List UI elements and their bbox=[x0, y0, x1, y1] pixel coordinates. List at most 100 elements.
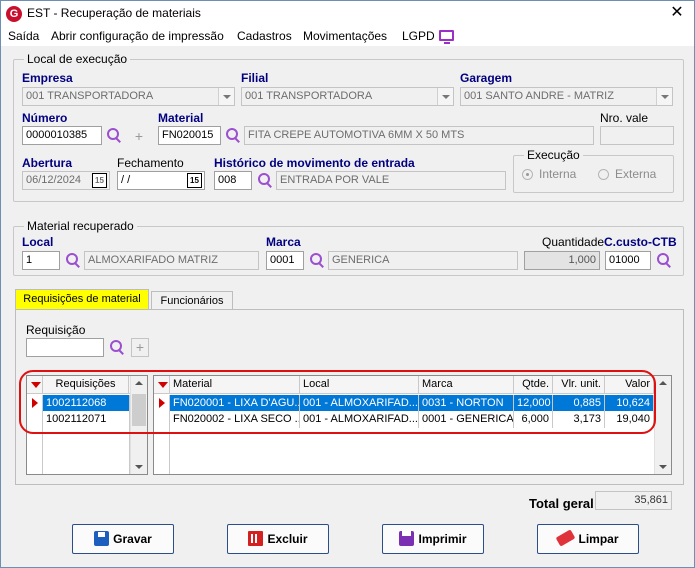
filial-label: Filial bbox=[241, 71, 269, 85]
table-cell: 6,000 bbox=[514, 411, 553, 428]
column-header-vlr-unit[interactable]: Vlr. unit. bbox=[553, 376, 605, 394]
excluir-label: Excluir bbox=[267, 532, 308, 546]
ccusto-field[interactable]: 01000 bbox=[605, 251, 651, 270]
garagem-select[interactable]: 001 SANTO ANDRE - MATRIZ bbox=[460, 87, 673, 106]
row-indicator bbox=[27, 411, 43, 427]
close-button[interactable]: ✕ bbox=[668, 4, 686, 22]
table-row[interactable]: 1002112071 bbox=[27, 411, 130, 428]
search-icon[interactable] bbox=[106, 127, 122, 143]
execucao-interna-label: Interna bbox=[539, 167, 577, 181]
material-description: FITA CREPE AUTOMOTIVA 6MM X 50 MTS bbox=[244, 126, 594, 145]
table-cell: 3,173 bbox=[553, 411, 605, 428]
grid-header: Requisições bbox=[27, 376, 130, 394]
scroll-thumb[interactable] bbox=[132, 394, 146, 426]
table-cell: 001 - ALMOXARIFAD... bbox=[300, 411, 419, 428]
table-cell: 0,885 bbox=[553, 395, 605, 412]
requisicao-field[interactable] bbox=[26, 338, 104, 357]
vertical-scrollbar[interactable] bbox=[130, 376, 147, 474]
main-window: G EST - Recuperação de materiais ✕ Saída… bbox=[0, 0, 695, 568]
menu-movimentacoes[interactable]: Movimentações bbox=[303, 29, 387, 43]
total-geral-value: 35,861 bbox=[595, 491, 672, 510]
column-header-material[interactable]: Material bbox=[170, 376, 300, 394]
numero-field[interactable]: 0000010385 bbox=[22, 126, 102, 145]
title-bar: G EST - Recuperação de materiais ✕ bbox=[1, 1, 694, 26]
nro-vale-label: Nro. vale bbox=[600, 111, 649, 125]
menu-abrir-configuracao[interactable]: Abrir configuração de impressão bbox=[51, 29, 224, 43]
quantidade-label: Quantidade bbox=[542, 235, 605, 249]
window-title: EST - Recuperação de materiais bbox=[27, 6, 201, 20]
table-cell: FN020002 - LIXA SECO ... bbox=[170, 411, 300, 428]
trash-icon bbox=[248, 531, 264, 546]
add-icon[interactable]: + bbox=[132, 129, 146, 143]
menu-saida[interactable]: Saída bbox=[8, 29, 39, 43]
vertical-scrollbar[interactable] bbox=[654, 376, 671, 474]
calendar-icon[interactable]: 15 bbox=[92, 173, 107, 188]
execucao-externa-radio[interactable] bbox=[598, 169, 609, 180]
scroll-down-icon[interactable] bbox=[659, 465, 667, 469]
abertura-date-field[interactable]: 06/12/2024 15 bbox=[22, 171, 110, 190]
fechamento-date-field[interactable]: / / 15 bbox=[117, 171, 205, 190]
local-code-field[interactable]: 1 bbox=[22, 251, 60, 270]
search-icon[interactable] bbox=[257, 172, 273, 188]
sort-arrow-icon bbox=[158, 382, 168, 388]
garagem-label: Garagem bbox=[460, 71, 513, 85]
table-row[interactable]: 1002112068 bbox=[27, 395, 130, 412]
gravar-label: Gravar bbox=[113, 532, 152, 546]
table-row[interactable]: FN020001 - LIXA D'AGU... 001 - ALMOXARIF… bbox=[154, 395, 654, 412]
save-icon bbox=[94, 531, 110, 546]
local-execucao-legend: Local de execução bbox=[24, 52, 131, 66]
tab-funcionarios[interactable]: Funcionários bbox=[151, 291, 233, 310]
chevron-down-icon[interactable] bbox=[218, 88, 234, 105]
table-cell: 0031 - NORTON bbox=[419, 395, 514, 412]
local-description: ALMOXARIFADO MATRIZ bbox=[84, 251, 259, 270]
chevron-down-icon[interactable] bbox=[656, 88, 672, 105]
scroll-down-icon[interactable] bbox=[135, 465, 143, 469]
execucao-interna-radio[interactable] bbox=[522, 169, 533, 180]
menu-cadastros[interactable]: Cadastros bbox=[237, 29, 292, 43]
tab-requisicoes-material[interactable]: Requisições de material bbox=[15, 289, 149, 310]
material-code-field[interactable]: FN020015 bbox=[158, 126, 221, 145]
column-header-local[interactable]: Local bbox=[300, 376, 419, 394]
search-icon[interactable] bbox=[309, 252, 325, 268]
row-indicator bbox=[27, 395, 43, 411]
monitor-icon[interactable] bbox=[439, 30, 454, 44]
itens-grid[interactable]: Material Local Marca Qtde. Vlr. unit. Va… bbox=[153, 375, 672, 475]
search-icon[interactable] bbox=[109, 339, 125, 355]
excluir-button[interactable]: Excluir bbox=[227, 524, 329, 554]
empresa-select[interactable]: 001 TRANSPORTADORA bbox=[22, 87, 235, 106]
search-icon[interactable] bbox=[65, 252, 81, 268]
fechamento-label: Fechamento bbox=[117, 156, 184, 170]
marca-code-field[interactable]: 0001 bbox=[266, 251, 304, 270]
limpar-button[interactable]: Limpar bbox=[537, 524, 639, 554]
empresa-label: Empresa bbox=[22, 71, 73, 85]
scroll-up-icon[interactable] bbox=[659, 381, 667, 385]
requisicoes-grid[interactable]: Requisições 1002112068 1002112071 bbox=[26, 375, 148, 475]
table-cell: 12,000 bbox=[514, 395, 553, 412]
column-header-marca[interactable]: Marca bbox=[419, 376, 514, 394]
table-cell: 0001 - GENERICA bbox=[419, 411, 514, 428]
column-header-requisicoes[interactable]: Requisições bbox=[43, 376, 129, 394]
historico-code-field[interactable]: 008 bbox=[214, 171, 252, 190]
abertura-label: Abertura bbox=[22, 156, 73, 170]
search-icon[interactable] bbox=[225, 127, 241, 143]
indicator-column bbox=[27, 427, 43, 474]
empty-column bbox=[43, 427, 130, 474]
filial-select[interactable]: 001 TRANSPORTADORA bbox=[241, 87, 454, 106]
menu-lgpd[interactable]: LGPD bbox=[402, 29, 435, 43]
imprimir-button[interactable]: Imprimir bbox=[382, 524, 484, 554]
chevron-down-icon[interactable] bbox=[437, 88, 453, 105]
gravar-button[interactable]: Gravar bbox=[72, 524, 174, 554]
table-row[interactable]: FN020002 - LIXA SECO ... 001 - ALMOXARIF… bbox=[154, 411, 654, 428]
column-header-valor[interactable]: Valor bbox=[605, 376, 654, 394]
search-icon[interactable] bbox=[656, 252, 672, 268]
nro-vale-field[interactable] bbox=[600, 126, 674, 145]
add-requisicao-button[interactable]: + bbox=[131, 338, 149, 357]
menu-bar: Saída Abrir configuração de impressão Ca… bbox=[1, 26, 694, 46]
calendar-icon[interactable]: 15 bbox=[187, 173, 202, 188]
column-header-qtde[interactable]: Qtde. bbox=[514, 376, 553, 394]
scroll-up-icon[interactable] bbox=[135, 381, 143, 385]
current-row-arrow-icon bbox=[159, 398, 165, 408]
quantidade-field[interactable]: 1,000 bbox=[524, 251, 600, 270]
table-cell: 10,624 bbox=[605, 395, 654, 412]
historico-label: Histórico de movimento de entrada bbox=[214, 156, 415, 170]
